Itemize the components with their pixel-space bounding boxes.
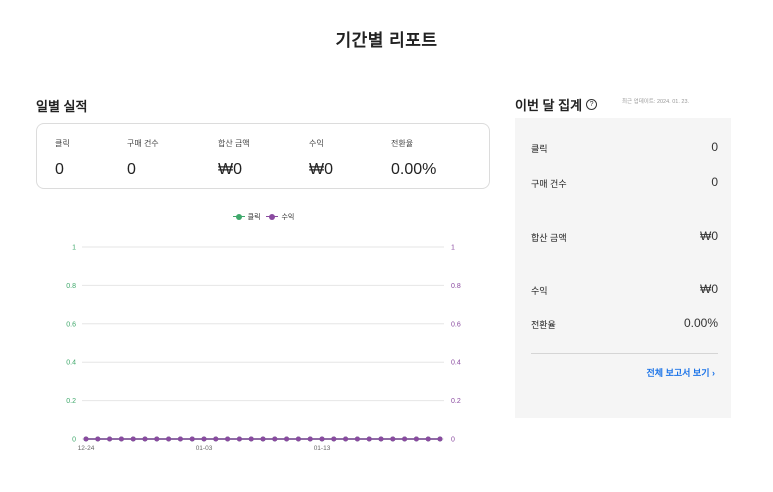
- x-tick-label: 01-03: [196, 445, 213, 452]
- data-point-revenue: [177, 436, 183, 442]
- data-point-revenue: [272, 436, 278, 442]
- y-tick-label-right: 0.4: [451, 360, 461, 367]
- y-tick-label-right: 0.2: [451, 398, 461, 405]
- y-tick-label-left: 0.4: [66, 360, 76, 367]
- data-point-revenue: [343, 436, 349, 442]
- divider: [531, 353, 718, 354]
- data-point-revenue: [130, 436, 136, 442]
- data-point-revenue: [154, 436, 160, 442]
- y-tick-label-right: 1: [451, 245, 455, 252]
- monthly-row-value: ₩0: [700, 282, 718, 296]
- data-point-revenue: [260, 436, 266, 442]
- data-point-revenue: [236, 436, 242, 442]
- full-report-link[interactable]: 전체 보고서 보기 ›: [647, 366, 715, 379]
- data-point-revenue: [225, 436, 231, 442]
- data-point-revenue: [83, 436, 89, 442]
- monthly-row-label: 수익: [531, 286, 548, 296]
- y-tick-label-left: 1: [72, 245, 76, 252]
- monthly-row-value: 0: [711, 175, 718, 189]
- data-point-revenue: [248, 436, 254, 442]
- y-tick-label-left: 0.2: [66, 398, 76, 405]
- monthly-row-value: ₩0: [700, 229, 718, 243]
- monthly-row-label: 클릭: [531, 144, 548, 154]
- data-point-revenue: [213, 436, 219, 442]
- data-point-revenue: [295, 436, 301, 442]
- monthly-row-label: 구매 건수: [531, 179, 567, 189]
- x-tick-label: 01-13: [314, 445, 331, 452]
- data-point-revenue: [402, 436, 408, 442]
- data-point-revenue: [118, 436, 124, 442]
- data-point-revenue: [390, 436, 396, 442]
- data-point-revenue: [284, 436, 290, 442]
- y-tick-label-right: 0.8: [451, 283, 461, 290]
- y-tick-label-left: 0.8: [66, 283, 76, 290]
- x-tick-label: 12-24: [78, 445, 95, 452]
- data-point-revenue: [366, 436, 372, 442]
- data-point-revenue: [378, 436, 384, 442]
- data-point-revenue: [319, 436, 325, 442]
- data-point-revenue: [107, 436, 113, 442]
- data-point-revenue: [142, 436, 148, 442]
- data-point-revenue: [354, 436, 360, 442]
- monthly-title-text: 이번 달 집계: [515, 98, 583, 113]
- monthly-summary-panel: 클릭 0 구매 건수 0 합산 금액 ₩0 수익 ₩0 전환율 0.00% 전체…: [515, 118, 731, 418]
- data-point-revenue: [95, 436, 101, 442]
- data-point-revenue: [331, 436, 337, 442]
- y-tick-label-right: 0.6: [451, 321, 461, 328]
- data-point-revenue: [166, 436, 172, 442]
- data-point-revenue: [201, 436, 207, 442]
- data-point-revenue: [189, 436, 195, 442]
- data-point-revenue: [413, 436, 419, 442]
- monthly-row-value: 0.00%: [683, 316, 718, 330]
- y-tick-label-left: 0: [72, 437, 76, 444]
- monthly-row-label: 합산 금액: [531, 233, 567, 243]
- monthly-section-title: 이번 달 집계 ?: [515, 95, 598, 114]
- daily-line-chart: 0 0 0.2 0.2 0.4 0.4 0.6 0.6 0.8 0.8 1 1 12-24 01-03 01…: [66, 245, 461, 453]
- y-tick-label-right: 0: [451, 437, 455, 444]
- data-point-revenue: [307, 436, 313, 442]
- y-tick-label-left: 0.6: [66, 321, 76, 328]
- data-point-revenue: [437, 436, 443, 442]
- monthly-row-label: 전환율: [531, 320, 556, 330]
- monthly-row-value: 0: [711, 140, 718, 154]
- data-point-revenue: [425, 436, 431, 442]
- help-icon[interactable]: ?: [586, 99, 598, 110]
- last-updated: 최근 업데이트: 2024. 01. 23.: [622, 99, 690, 105]
